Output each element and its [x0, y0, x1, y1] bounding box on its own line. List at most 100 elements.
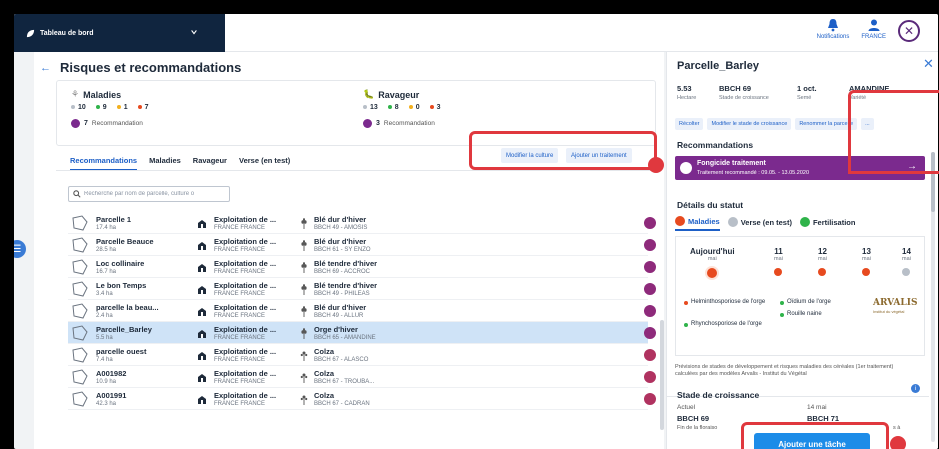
parcel-size: 3.4 ha	[96, 291, 113, 297]
farm-icon	[198, 352, 206, 360]
table-row[interactable]: Parcelle_Barley 5.5 ha Exploitation de ...…	[68, 322, 656, 344]
crop-name: Blé tendre d'hiver	[314, 281, 378, 290]
table-row[interactable]: A001991 42.3 ha Exploitation de ... FRANCE …	[68, 388, 656, 410]
count-red: 3	[429, 104, 441, 111]
app-screen: Tableau de bord Notifications FRANCE ✕ ☰…	[14, 14, 938, 449]
table-row[interactable]: A001982 10.9 ha Exploitation de ... FRANCE …	[68, 366, 656, 388]
growth-current-value: BBCH 69	[677, 414, 710, 423]
info-icon[interactable]: i	[911, 384, 920, 393]
recommendation-badge[interactable]	[644, 283, 656, 295]
recommendation-badge[interactable]	[644, 393, 656, 405]
recommendation-badge[interactable]	[644, 371, 656, 383]
farm-name: Exploitation de ...	[214, 325, 277, 334]
farm-name: Exploitation de ...	[214, 303, 277, 312]
crop-stage: BBCH 49 - ALLUR	[314, 313, 364, 319]
crop-name: Colza	[314, 391, 335, 400]
harvest-button[interactable]: Récolter	[675, 118, 704, 130]
table-row[interactable]: Loc collinaire 16.7 ha Exploitation de ...…	[68, 256, 656, 278]
parcel-size: 17.4 ha	[96, 225, 117, 231]
table-row[interactable]: parcelle la beau... 2.4 ha Exploitation de…	[68, 300, 656, 322]
rapeseed-icon	[300, 351, 308, 361]
parcel-shape-icon	[72, 215, 88, 231]
count-green: 8	[387, 104, 399, 111]
close-app-button[interactable]: ✕	[898, 20, 920, 42]
table-scrollbar[interactable]	[660, 320, 664, 430]
farm-location: FRANCE FRANCE	[214, 269, 266, 275]
parcel-size: 42.3 ha	[96, 401, 117, 407]
recommendation-badge[interactable]	[644, 217, 656, 229]
menu-toggle-button[interactable]: ☰	[14, 240, 26, 258]
recommendation-badge[interactable]	[644, 305, 656, 317]
recommendation-badge[interactable]	[644, 327, 656, 339]
recommendation-badge[interactable]	[644, 261, 656, 273]
parcel-title: Parcelle_Barley	[677, 60, 759, 72]
rapeseed-icon	[300, 373, 308, 383]
farm-name: Exploitation de ...	[214, 391, 277, 400]
day-12[interactable]: 12 mai	[818, 247, 827, 276]
status-tab-verse[interactable]: Verse (en test)	[727, 216, 792, 231]
dashboard-selector[interactable]: Tableau de bord	[14, 14, 225, 52]
arvalis-logo: ARVALIS	[873, 298, 918, 308]
count-grey: 13	[363, 104, 378, 111]
day-11[interactable]: 11 mai	[774, 247, 783, 276]
parcel-size: 16.7 ha	[96, 269, 117, 275]
recommendation-badge[interactable]	[644, 239, 656, 251]
modify-stage-button[interactable]: Modifier le stade de croissance	[707, 118, 792, 130]
crop-name: Colza	[314, 369, 335, 378]
tab-recommandations[interactable]: Recommandations	[70, 156, 138, 171]
farm-name: Exploitation de ...	[214, 369, 277, 378]
summary-maladies[interactable]: ⚘ Maladies 10 9 1 7 7 Recommandation	[71, 89, 149, 128]
farm-icon	[198, 264, 206, 272]
crop-name: Blé dur d'hiver	[314, 303, 367, 312]
farm-location: FRANCE FRANCE	[214, 225, 266, 231]
table-row[interactable]: Le bon Temps 3.4 ha Exploitation de ... FRA…	[68, 278, 656, 300]
summary-ravageur[interactable]: 🐛 Ravageur 13 8 0 3 3 Recommandation	[363, 89, 441, 128]
parcel-actions: Récolter Modifier le stade de croissance…	[675, 118, 874, 130]
leaf-disease-icon: ⚘	[71, 89, 80, 99]
parcel-name: Parcelle_Barley	[96, 325, 152, 334]
bug-icon: 🐛	[363, 89, 375, 99]
parcel-name: A001982	[96, 369, 127, 378]
tab-maladies[interactable]: Maladies	[149, 156, 181, 171]
highlight-frame	[741, 422, 889, 449]
status-tab-fertilisation[interactable]: Fertilisation	[799, 216, 855, 231]
parcel-shape-icon	[72, 325, 88, 341]
prevision-note: Prévisions de stades de développement et…	[675, 364, 894, 377]
back-arrow-icon[interactable]: ←	[40, 62, 51, 74]
notifications-label: Notifications	[816, 34, 850, 40]
day-14[interactable]: 14 mai	[902, 247, 911, 276]
notifications-button[interactable]: Notifications	[816, 18, 850, 40]
close-panel-button[interactable]: ✕	[923, 56, 934, 72]
table-row[interactable]: Parcelle 1 17.4 ha Exploitation de ... FRAN…	[68, 212, 656, 234]
parcel-shape-icon	[72, 391, 88, 407]
risk-dot	[862, 268, 871, 276]
tab-verse[interactable]: Verse (en test)	[239, 156, 290, 171]
search-input[interactable]	[84, 191, 224, 197]
parcel-shape-icon	[72, 237, 88, 253]
status-tab-maladies[interactable]: Maladies	[675, 216, 720, 231]
day-13[interactable]: 13 mai	[862, 247, 871, 276]
chevron-down-icon	[191, 30, 197, 35]
close-icon: ✕	[923, 56, 934, 71]
recommendation-badge[interactable]	[644, 349, 656, 361]
day-today[interactable]: Aujourd'hui mai	[690, 247, 735, 280]
top-bar: Tableau de bord Notifications FRANCE ✕	[14, 14, 938, 52]
parcel-table: Parcelle 1 17.4 ha Exploitation de ... FRAN…	[68, 212, 656, 410]
search-field[interactable]	[68, 186, 230, 202]
disease-icon	[675, 216, 685, 226]
account-button[interactable]: FRANCE	[861, 18, 886, 40]
highlight-frame	[848, 90, 939, 174]
farm-icon	[198, 330, 206, 338]
count-grey: 10	[71, 104, 86, 111]
table-row[interactable]: parcelle ouest 7.4 ha Exploitation de ... F…	[68, 344, 656, 366]
tab-ravageur[interactable]: Ravageur	[193, 156, 227, 171]
risk-dot	[818, 268, 827, 276]
reco-label: Recommandation	[383, 120, 435, 127]
main-panel: ← Risques et recommandations ⚘ Maladies 1…	[34, 52, 664, 449]
table-row[interactable]: Parcelle Beauce 28.5 ha Exploitation de ..…	[68, 234, 656, 256]
parcel-name: Parcelle Beauce	[96, 237, 154, 246]
crop-stage: BBCH 49 - AMOSIS	[314, 225, 368, 231]
count-yellow: 1	[116, 104, 128, 111]
farm-icon	[198, 220, 206, 228]
recommendation-icon	[363, 119, 372, 128]
